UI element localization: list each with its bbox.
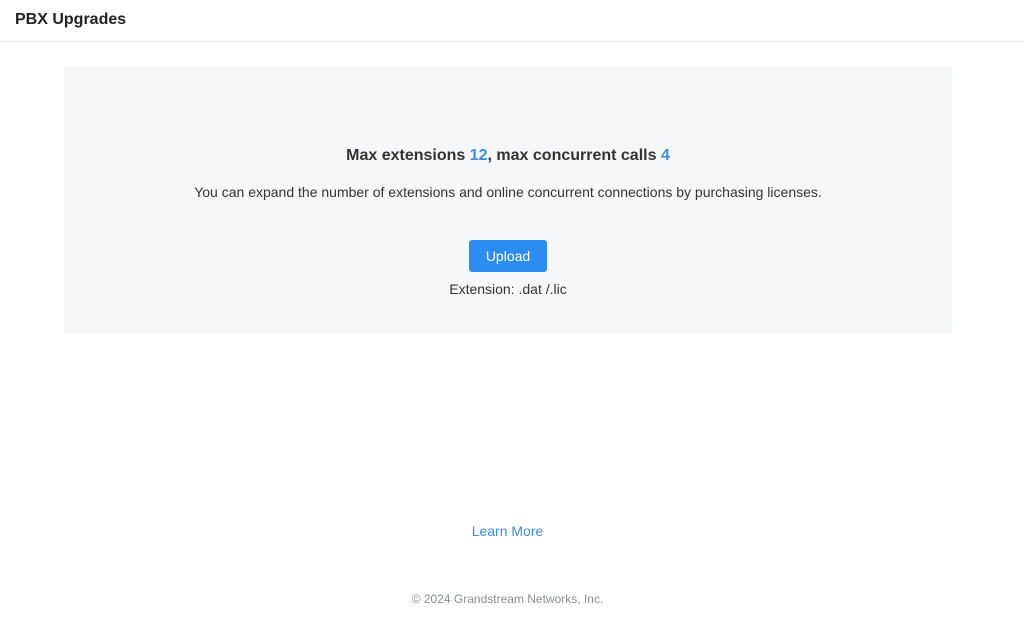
max-extensions-value: 12	[469, 147, 488, 164]
learn-more-link[interactable]: Learn More	[0, 522, 1015, 540]
max-calls-label: max concurrent calls	[496, 147, 657, 164]
license-panel: Max extensions 12, max concurrent calls …	[64, 67, 952, 334]
footer-copyright: © 2024 Grandstream Networks, Inc.	[411, 592, 604, 606]
max-extensions-label: Max extensions	[346, 147, 466, 164]
page-title: PBX Upgrades	[15, 11, 127, 28]
file-extension-hint: Extension: .dat /.lic	[449, 281, 567, 297]
license-description: You can expand the number of extensions …	[194, 184, 822, 200]
license-summary: Max extensions 12, max concurrent calls …	[64, 145, 952, 167]
page-header: PBX Upgrades	[0, 0, 1024, 42]
max-calls-value: 4	[660, 147, 670, 164]
upload-button[interactable]: Upload	[469, 240, 547, 272]
